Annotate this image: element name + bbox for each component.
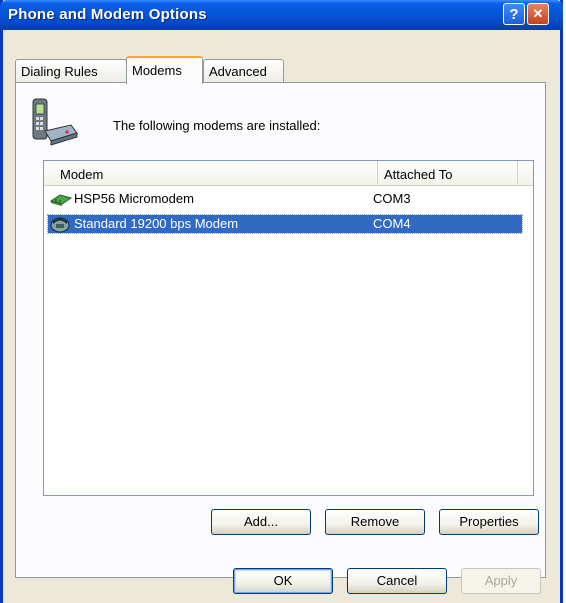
- modem-port: COM4: [373, 216, 411, 231]
- cancel-button[interactable]: Cancel: [347, 568, 447, 594]
- remove-button[interactable]: Remove: [325, 509, 425, 535]
- help-button[interactable]: ?: [503, 3, 525, 25]
- tab-advanced[interactable]: Advanced: [203, 59, 284, 84]
- installed-modems-label: The following modems are installed:: [113, 118, 321, 133]
- modem-name: HSP56 Micromodem: [74, 191, 194, 206]
- column-header-modem[interactable]: Modem: [54, 161, 378, 184]
- window-title: Phone and Modem Options: [8, 6, 207, 23]
- standard-modem-icon: [50, 217, 70, 233]
- modem-name: Standard 19200 bps Modem: [74, 216, 239, 231]
- title-bar[interactable]: Phone and Modem Options ? ✕: [0, 0, 563, 30]
- tab-modems[interactable]: Modems: [126, 56, 203, 84]
- modem-list[interactable]: Modem Attached To HSP56 Micromodem COM3 …: [43, 160, 534, 496]
- dialog-window: Phone and Modem Options ? ✕ Dialing Rule…: [0, 0, 563, 603]
- ok-button[interactable]: OK: [233, 568, 333, 594]
- apply-button[interactable]: Apply: [461, 568, 541, 594]
- add-button[interactable]: Add...: [211, 509, 311, 535]
- modem-port: COM3: [373, 191, 411, 206]
- tab-dialing-rules[interactable]: Dialing Rules: [15, 59, 127, 84]
- properties-button[interactable]: Properties: [439, 509, 539, 535]
- micromodem-icon: [50, 194, 72, 206]
- modem-list-header: Modem Attached To: [44, 161, 533, 186]
- modem-row-standard-19200[interactable]: Standard 19200 bps Modem COM4: [47, 214, 523, 234]
- phone-modem-icon: [32, 98, 78, 146]
- close-button[interactable]: ✕: [527, 3, 549, 25]
- modem-row-hsp56[interactable]: HSP56 Micromodem COM3: [48, 190, 522, 208]
- column-header-attached-to[interactable]: Attached To: [378, 161, 518, 184]
